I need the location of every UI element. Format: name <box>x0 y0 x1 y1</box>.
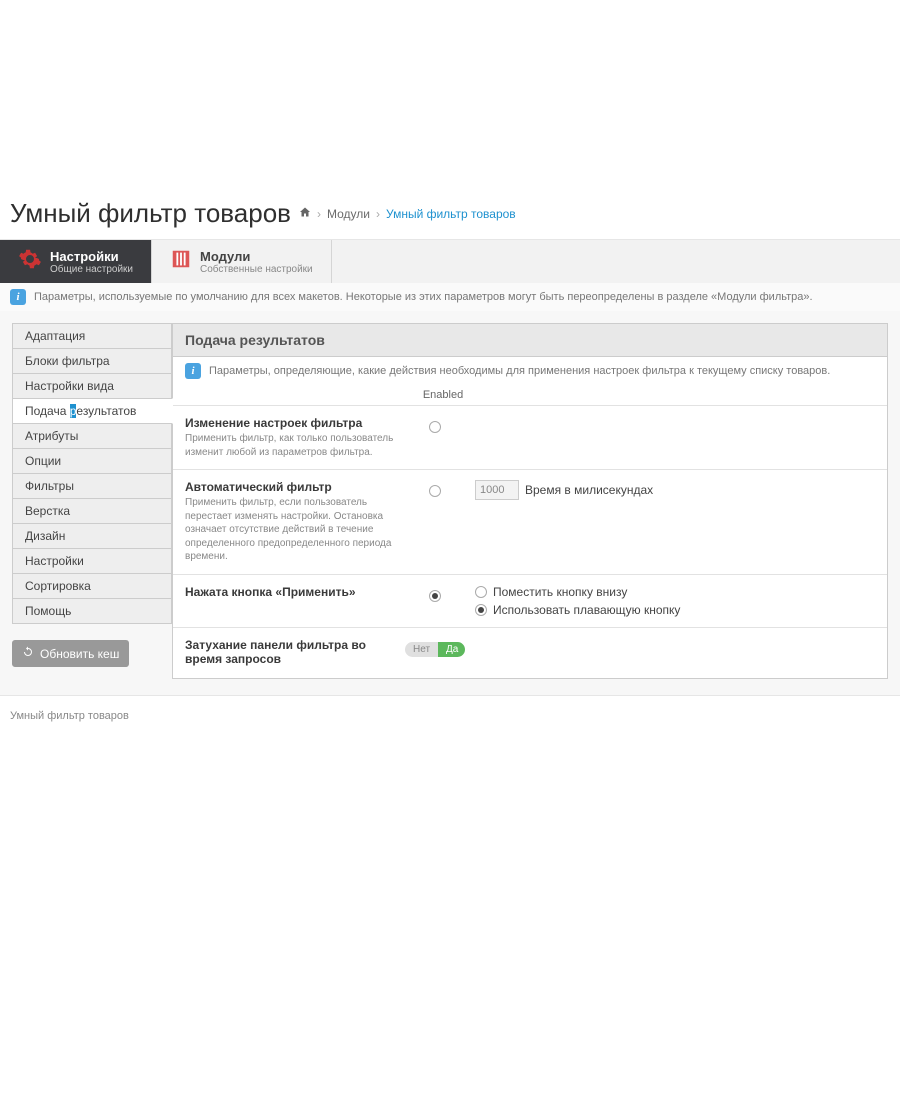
sub-option-label: Поместить кнопку внизу <box>493 585 627 599</box>
option-desc: Применить фильтр, как только пользовател… <box>185 432 395 459</box>
option-title: Нажата кнопка «Применить» <box>185 585 395 599</box>
sidebar-item[interactable]: Помощь <box>12 598 172 624</box>
option-desc: Применить фильтр, если пользователь пере… <box>185 496 395 564</box>
panel-header: Подача результатов <box>173 324 887 357</box>
option-row: Автоматический фильтр Применить фильтр, … <box>173 469 887 574</box>
page-title: Умный фильтр товаров <box>10 198 291 229</box>
breadcrumb: › Модули › Умный фильтр товаров <box>299 206 516 221</box>
tab-settings[interactable]: Настройки Общие настройки <box>0 240 152 283</box>
content-panel: Подача результатов i Параметры, определя… <box>172 323 888 679</box>
toggle-on-label: Да <box>438 642 465 657</box>
sidebar-item[interactable]: Дизайн <box>12 523 172 549</box>
sidebar-item[interactable]: Блоки фильтра <box>12 348 172 374</box>
option-row: Нажата кнопка «Применить» Поместить кноп… <box>173 574 887 627</box>
tab-title: Настройки <box>50 249 133 264</box>
enabled-column-header: Enabled <box>413 385 473 405</box>
tab-modules[interactable]: Модули Собственные настройки <box>152 240 332 283</box>
tab-subtitle: Общие настройки <box>50 264 133 275</box>
tab-title: Модули <box>200 249 313 264</box>
sidebar-item[interactable]: Фильтры <box>12 473 172 499</box>
breadcrumb-item[interactable]: Модули <box>327 207 370 221</box>
sidebar-label-pre: Подача <box>25 404 70 418</box>
info-icon: i <box>10 289 26 305</box>
sub-option-radio[interactable] <box>475 586 487 598</box>
breadcrumb-item-active[interactable]: Умный фильтр товаров <box>386 207 516 221</box>
refresh-label: Обновить кеш <box>40 647 119 661</box>
sidebar-item[interactable]: Адаптация <box>12 323 172 349</box>
gear-icon <box>18 247 42 276</box>
toggle-off-label: Нет <box>405 642 438 657</box>
sidebar-item[interactable]: Сортировка <box>12 573 172 599</box>
option-title: Автоматический фильтр <box>185 480 395 494</box>
sidebar-item[interactable]: Настройки <box>12 548 172 574</box>
footer-text: Умный фильтр товаров <box>0 696 900 736</box>
tab-subtitle: Собственные настройки <box>200 264 313 275</box>
info-bar: i Параметры, используемые по умолчанию д… <box>0 283 900 311</box>
info-text: Параметры, используемые по умолчанию для… <box>34 291 813 303</box>
milliseconds-label: Время в милисекундах <box>525 483 653 497</box>
breadcrumb-sep: › <box>376 207 380 221</box>
module-icon <box>170 248 192 275</box>
option-row: Затухание панели фильтра во время запрос… <box>173 627 887 678</box>
breadcrumb-sep: › <box>317 207 321 221</box>
option-row: Изменение настроек фильтра Применить фил… <box>173 405 887 469</box>
sub-option-radio[interactable] <box>475 604 487 616</box>
panel-info: i Параметры, определяющие, какие действи… <box>173 357 887 385</box>
refresh-icon <box>22 646 34 661</box>
info-icon: i <box>185 363 201 379</box>
option-title: Затухание панели фильтра во время запрос… <box>185 638 395 666</box>
enabled-radio[interactable] <box>429 421 441 433</box>
sidebar-item-active[interactable]: Подача результатов <box>12 398 173 424</box>
fade-toggle[interactable]: Нет Да <box>405 642 465 657</box>
home-icon[interactable] <box>299 206 311 221</box>
content-block: Настройки Общие настройки Модули Собстве… <box>0 239 900 696</box>
option-title: Изменение настроек фильтра <box>185 416 395 430</box>
milliseconds-input[interactable] <box>475 480 519 500</box>
sidebar: Адаптация Блоки фильтра Настройки вида П… <box>12 323 172 667</box>
refresh-cache-button[interactable]: Обновить кеш <box>12 640 129 667</box>
enabled-radio[interactable] <box>429 590 441 602</box>
sidebar-item[interactable]: Настройки вида <box>12 373 172 399</box>
page-header: Умный фильтр товаров › Модули › Умный фи… <box>0 194 900 239</box>
module-tabs: Настройки Общие настройки Модули Собстве… <box>0 240 900 283</box>
sidebar-label-post: езультатов <box>76 404 136 418</box>
sidebar-item[interactable]: Верстка <box>12 498 172 524</box>
enabled-radio[interactable] <box>429 485 441 497</box>
panel-info-text: Параметры, определяющие, какие действия … <box>209 365 830 377</box>
sub-option-label: Использовать плавающую кнопку <box>493 603 680 617</box>
sidebar-item[interactable]: Атрибуты <box>12 423 172 449</box>
sidebar-item[interactable]: Опции <box>12 448 172 474</box>
